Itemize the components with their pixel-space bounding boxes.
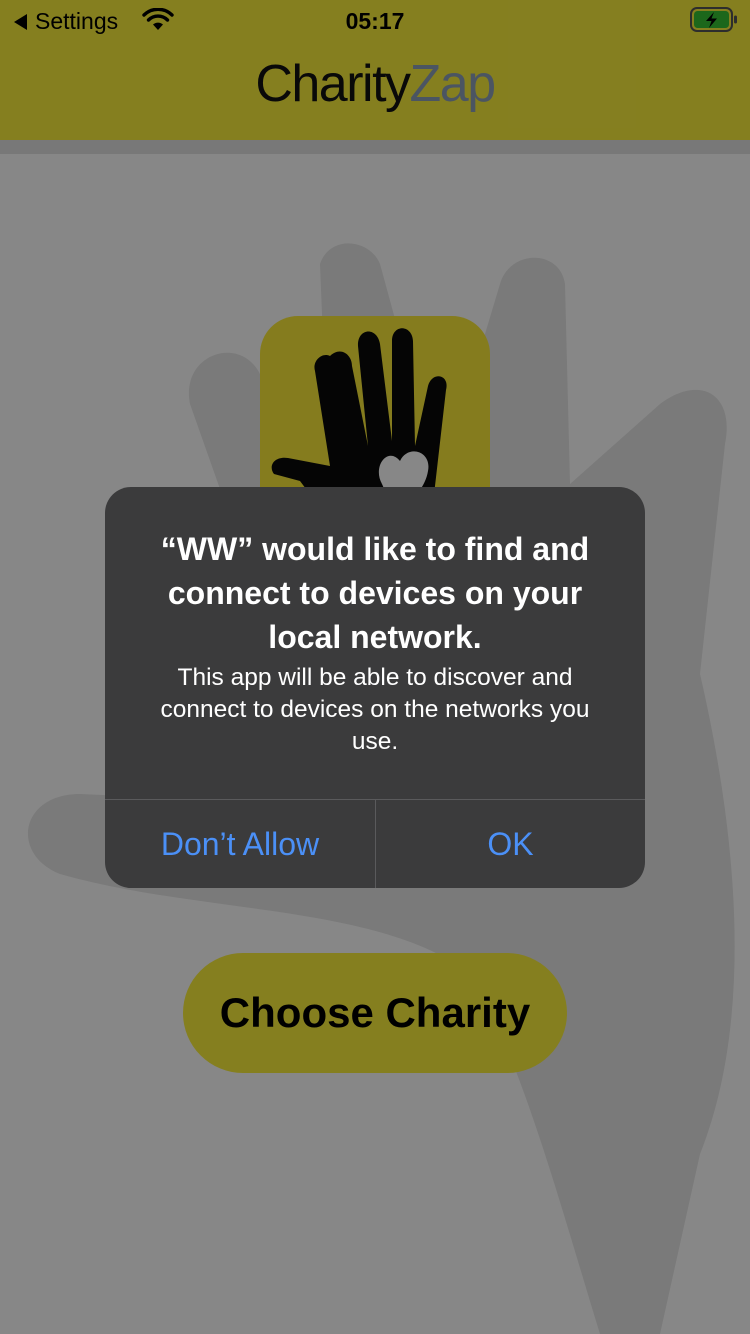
dont-allow-button[interactable]: Don’t Allow [105, 800, 375, 888]
local-network-permission-alert: “WW” would like to find and connect to d… [105, 487, 645, 888]
ok-button[interactable]: OK [376, 800, 645, 888]
alert-title: “WW” would like to find and connect to d… [160, 531, 590, 655]
alert-message: This app will be able to discover and co… [160, 664, 590, 755]
